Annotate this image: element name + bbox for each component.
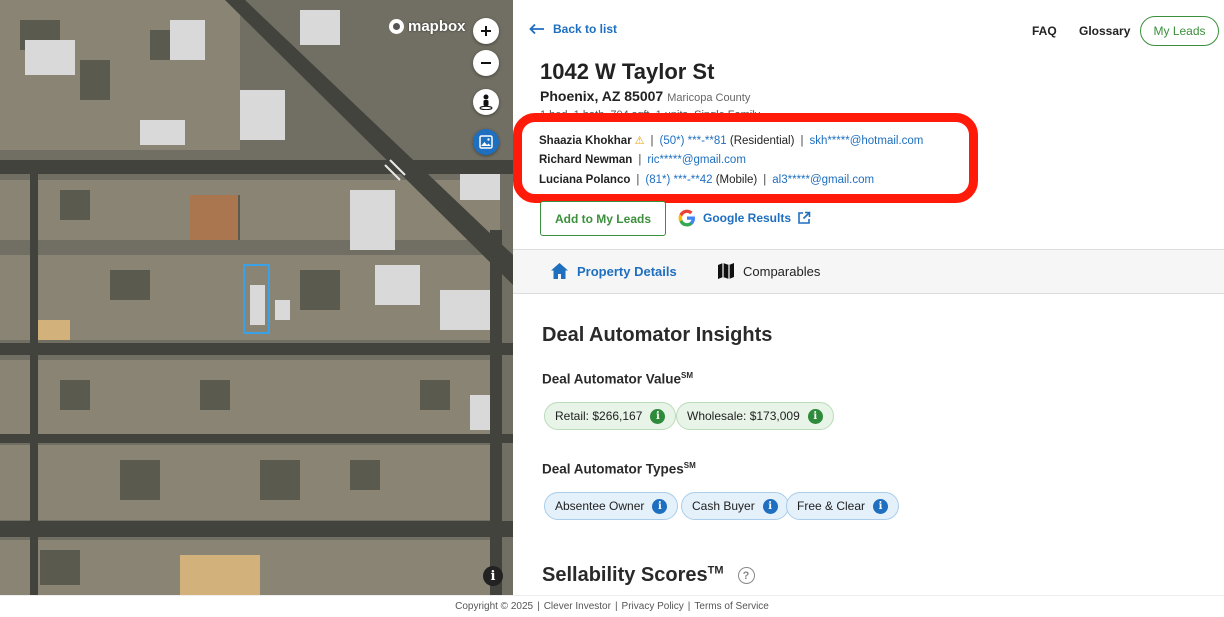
- mapbox-logo-text: mapbox: [408, 18, 466, 35]
- copyright: Copyright © 2025: [455, 601, 534, 612]
- retail-value-chip: Retail: $266,167 i: [544, 402, 677, 430]
- type-chip-cash-buyer: Cash Buyer i: [681, 492, 789, 520]
- glossary-link[interactable]: Glossary: [1079, 24, 1130, 38]
- home-icon: [551, 263, 568, 279]
- sellability-title: Sellability Scores: [542, 564, 708, 586]
- contact-row: Luciana Polanco | (81*) ***-**42 (Mobile) |…: [539, 174, 875, 186]
- mapbox-logo-icon: [389, 19, 404, 34]
- wholesale-value: Wholesale: $173,009: [687, 409, 800, 423]
- service-mark: SM: [681, 371, 694, 380]
- plus-icon: [481, 26, 491, 36]
- tab-property-details-label: Property Details: [577, 263, 677, 279]
- value-heading-text: Deal Automator Value: [542, 371, 682, 387]
- my-leads-button[interactable]: My Leads: [1140, 16, 1219, 46]
- type-chip-free-clear: Free & Clear i: [786, 492, 900, 520]
- map-icon: [718, 263, 734, 279]
- faq-link[interactable]: FAQ: [1032, 24, 1057, 38]
- back-to-list-link[interactable]: Back to list: [529, 22, 617, 36]
- info-icon[interactable]: i: [873, 498, 889, 514]
- trademark: TM: [707, 564, 724, 577]
- street-view-button[interactable]: [473, 89, 499, 115]
- back-to-list-label: Back to list: [553, 22, 618, 36]
- zoom-out-button[interactable]: [473, 50, 499, 76]
- city-state-zip: Phoenix, AZ 85007: [540, 88, 664, 104]
- owner-contacts-box: Shaazia Khokhar ⚠ | (50*) ***-**81 (Residen…: [513, 113, 978, 203]
- type-label: Cash Buyer: [692, 499, 755, 513]
- insights-title: Deal Automator Insights: [542, 324, 773, 346]
- value-heading: Deal Automator ValueSM: [542, 371, 693, 387]
- zoom-in-button[interactable]: [473, 18, 499, 44]
- brand-link[interactable]: Clever Investor: [544, 601, 611, 612]
- contact-phone[interactable]: (50*) ***-**81: [660, 135, 727, 147]
- help-icon[interactable]: ?: [737, 567, 755, 584]
- contact-email[interactable]: skh*****@hotmail.com: [809, 135, 923, 147]
- terms-of-service-link[interactable]: Terms of Service: [694, 601, 768, 612]
- google-results-link[interactable]: Google Results: [677, 208, 811, 228]
- wholesale-value-chip: Wholesale: $173,009 i: [676, 402, 834, 430]
- property-county: Maricopa County: [667, 92, 751, 104]
- contact-row: Richard Newman | ric*****@gmail.com: [539, 154, 746, 166]
- minus-icon: [481, 62, 491, 64]
- contact-phone-type: (Residential): [729, 135, 795, 147]
- sellability-heading: Sellability ScoresTM ?: [542, 564, 755, 587]
- warning-icon: ⚠: [634, 135, 645, 147]
- detail-tabs: Property Details Comparables: [513, 249, 1224, 294]
- tab-comparables-label: Comparables: [743, 263, 821, 279]
- satellite-map[interactable]: mapbox i: [0, 0, 513, 595]
- map-attribution-info-icon[interactable]: i: [483, 566, 503, 586]
- arrow-left-icon: [529, 23, 544, 35]
- service-mark: SM: [683, 461, 696, 470]
- top-navigation: Back to list FAQ Glossary My Leads: [513, 0, 1224, 60]
- tab-property-details[interactable]: Property Details: [550, 262, 677, 280]
- image-layer-icon: [479, 135, 493, 149]
- info-icon[interactable]: i: [650, 408, 666, 424]
- tab-comparables[interactable]: Comparables: [717, 262, 820, 280]
- pegman-icon: [479, 94, 493, 110]
- contact-name: Richard Newman: [539, 154, 633, 166]
- google-results-label: Google Results: [703, 211, 792, 225]
- add-to-my-leads-button[interactable]: Add to My Leads: [540, 201, 666, 236]
- type-label: Free & Clear: [797, 499, 866, 513]
- types-heading: Deal Automator TypesSM: [542, 461, 696, 477]
- contact-email[interactable]: al3*****@gmail.com: [772, 174, 874, 186]
- property-panel: Back to list FAQ Glossary My Leads 1042 …: [513, 0, 1224, 595]
- contact-phone-type: (Mobile): [715, 174, 758, 186]
- type-chip-absentee-owner: Absentee Owner i: [544, 492, 679, 520]
- types-heading-text: Deal Automator Types: [542, 461, 684, 477]
- mapbox-logo: mapbox: [389, 18, 466, 35]
- external-link-icon: [798, 211, 811, 224]
- google-icon: [678, 209, 695, 227]
- contact-name: Shaazia Khokhar: [539, 135, 632, 147]
- info-icon[interactable]: i: [807, 408, 823, 424]
- property-address: 1042 W Taylor St: [540, 59, 715, 84]
- property-city: Phoenix, AZ 85007 Maricopa County: [540, 88, 750, 104]
- type-label: Absentee Owner: [555, 499, 645, 513]
- contact-row: Shaazia Khokhar ⚠ | (50*) ***-**81 (Residen…: [539, 135, 924, 147]
- footer: Copyright © 2025 | Clever Investor | Pri…: [0, 595, 1224, 617]
- contact-name: Luciana Polanco: [539, 174, 631, 186]
- contact-email[interactable]: ric*****@gmail.com: [647, 154, 746, 166]
- contact-phone[interactable]: (81*) ***-**42: [645, 174, 712, 186]
- info-icon[interactable]: i: [652, 498, 668, 514]
- retail-value: Retail: $266,167: [555, 409, 643, 423]
- satellite-layer-button[interactable]: [473, 129, 499, 155]
- info-icon[interactable]: i: [762, 498, 778, 514]
- privacy-policy-link[interactable]: Privacy Policy: [622, 601, 684, 612]
- selected-parcel-outline[interactable]: [243, 264, 270, 334]
